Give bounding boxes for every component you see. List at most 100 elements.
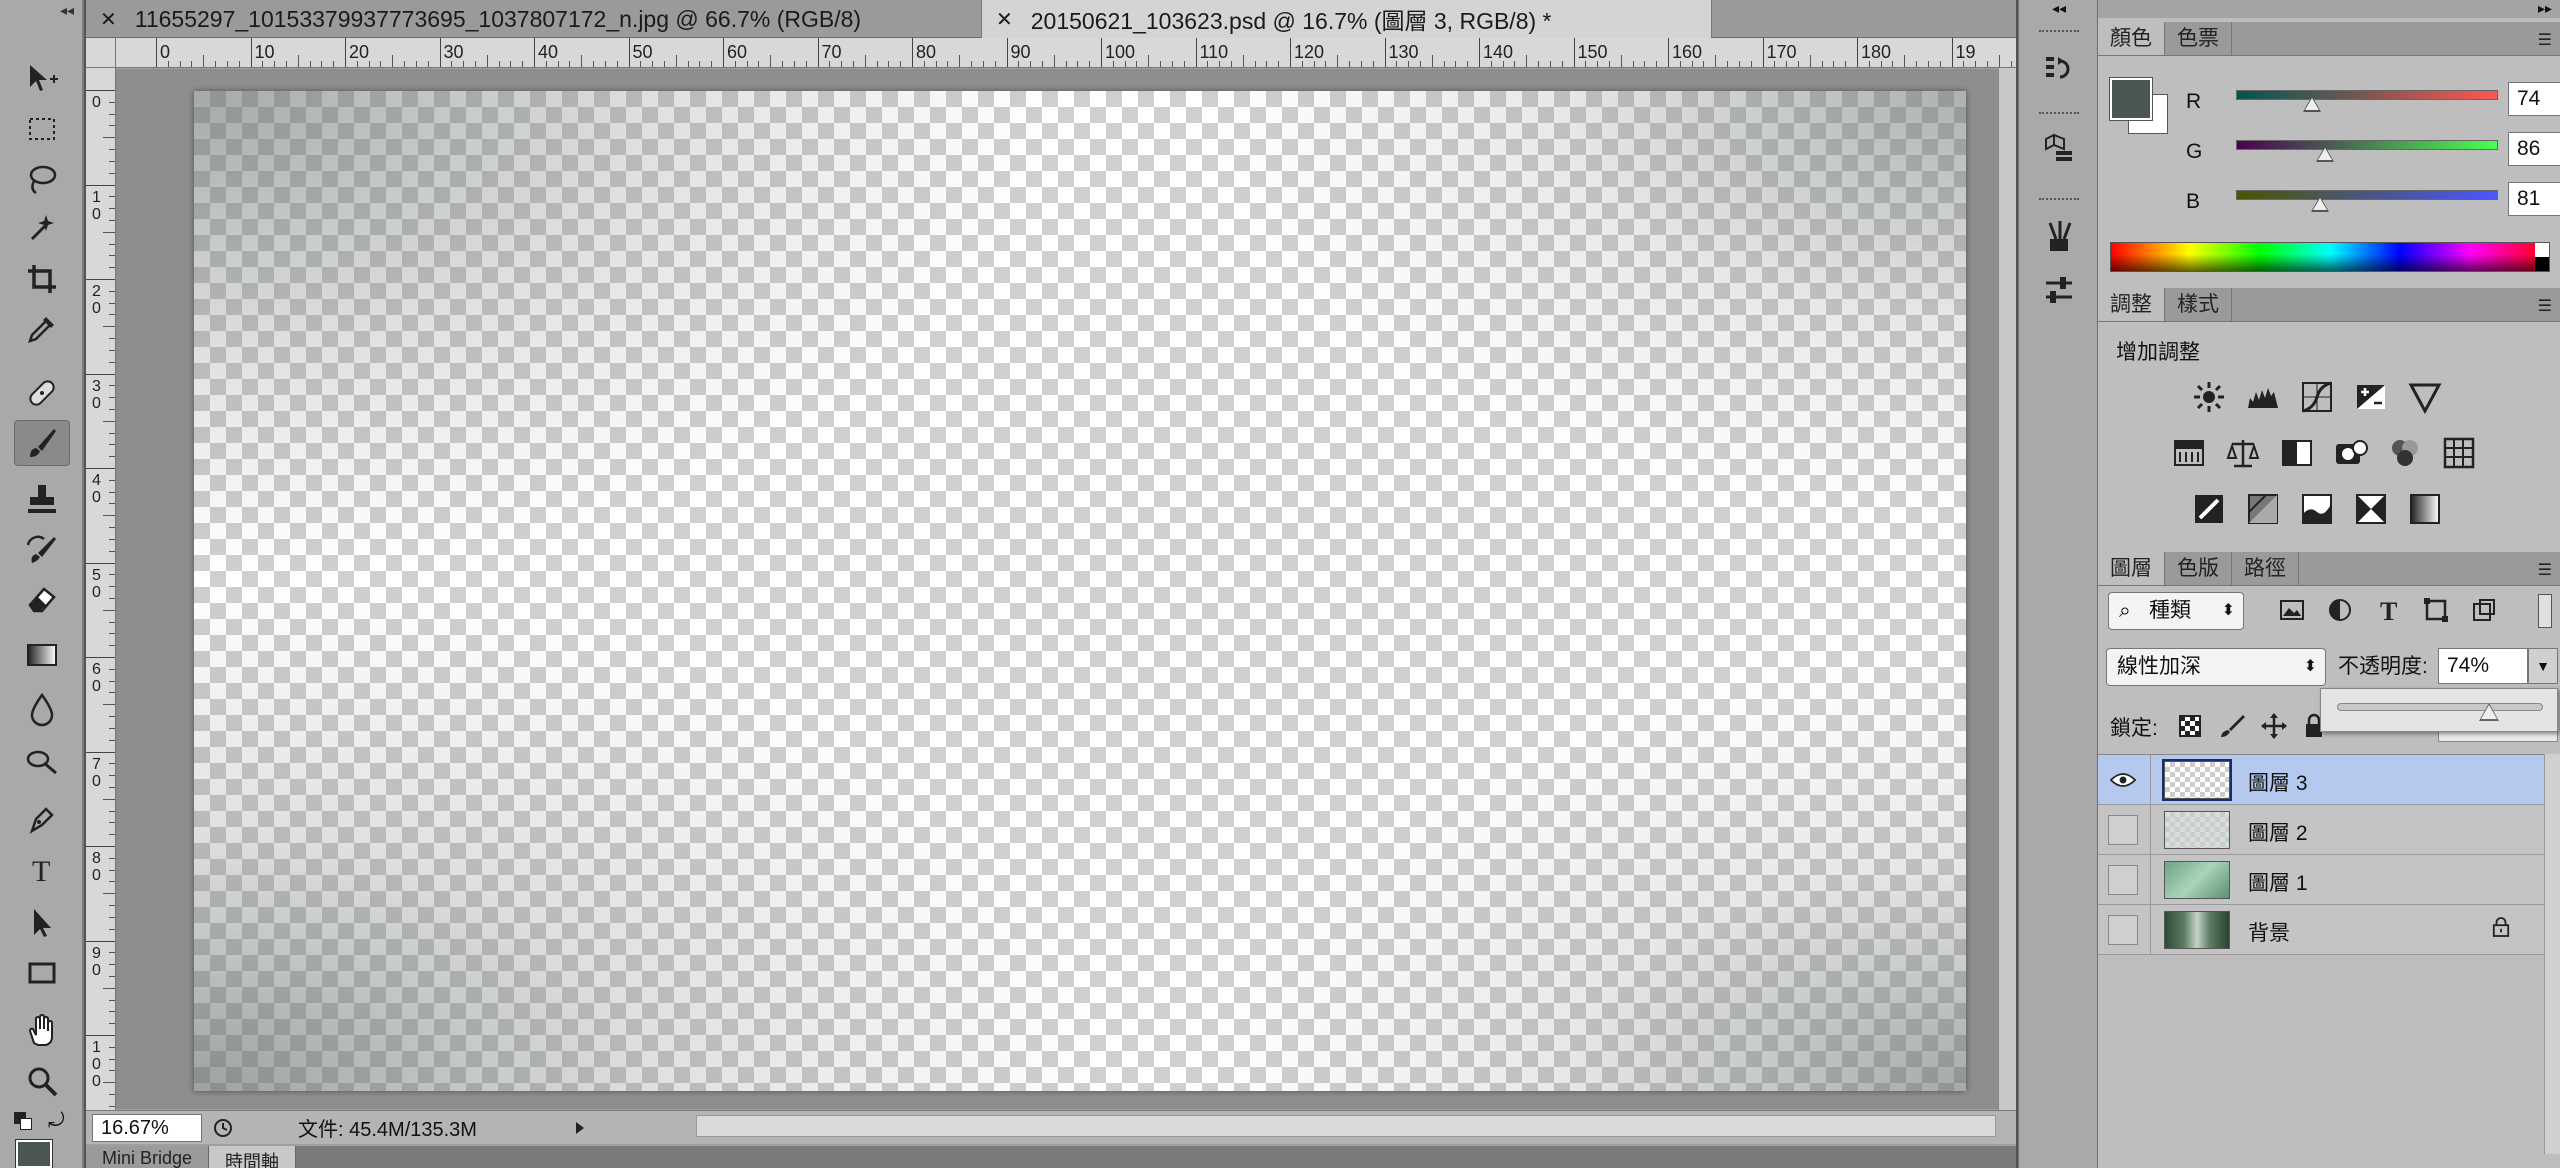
vibrance-icon[interactable] [2406,378,2444,416]
green-value-field[interactable]: 86 [2508,132,2560,166]
status-menu-arrow-icon[interactable] [568,1114,592,1142]
layer-thumbnail[interactable] [2164,861,2230,899]
canvas[interactable] [194,91,1966,1091]
opacity-slider-track[interactable] [2337,703,2543,711]
close-icon[interactable]: ✕ [996,7,1013,32]
layers-scrollbar[interactable] [2544,754,2560,1154]
lock-transparent-pixels-icon[interactable] [2174,710,2206,742]
tab-styles[interactable]: 樣式 [2165,288,2232,321]
opacity-field[interactable]: 74% [2438,648,2528,684]
brush-tool[interactable] [14,420,70,466]
hand-tool[interactable] [14,1008,70,1054]
visibility-toggle[interactable] [2108,915,2138,945]
panel-grip[interactable] [2039,30,2079,36]
3d-panel-button[interactable] [2037,126,2081,170]
tool-presets-button[interactable] [2037,268,2081,312]
eye-icon[interactable] [2108,765,2138,795]
layer-thumbnail[interactable] [2164,811,2230,849]
levels-icon[interactable] [2244,378,2282,416]
foreground-color-swatch[interactable] [2109,77,2153,121]
green-slider-track[interactable] [2236,140,2498,150]
history-panel-button[interactable] [2037,46,2081,90]
history-brush-tool[interactable] [14,526,70,572]
exposure-icon[interactable] [2352,378,2390,416]
panel-grip[interactable] [2039,112,2079,118]
layer-name[interactable]: 背景 [2248,917,2290,947]
ruler-origin[interactable] [86,38,116,68]
brush-presets-button[interactable] [2037,214,2081,258]
horizontal-scrollbar[interactable] [696,1115,1996,1137]
layer-thumbnail[interactable] [2162,759,2232,801]
eraser-tool[interactable] [14,576,70,622]
vertical-ruler[interactable]: 0 10 20 30 40 50 60 70 80 90 100 [86,68,116,1110]
opacity-slider-thumb[interactable] [2479,703,2500,721]
layer-row[interactable]: 背景 [2098,905,2560,955]
curves-icon[interactable] [2298,378,2336,416]
posterize-icon[interactable] [2244,490,2282,528]
tab-timeline[interactable]: 時間軸 [209,1146,297,1168]
green-slider-thumb[interactable] [2316,146,2335,162]
type-tool[interactable]: T [14,846,70,892]
blur-tool[interactable] [14,686,70,732]
pen-tool[interactable] [14,796,70,842]
panel-menu-icon[interactable]: ☰ [2538,30,2552,50]
type-layer-filter-icon[interactable]: T [2372,594,2404,626]
crop-tool[interactable] [14,256,70,302]
red-slider-track[interactable] [2236,90,2498,100]
document-tab-2[interactable]: ✕ 20150621_103623.psd @ 16.7% (圖層 3, RGB… [982,0,1712,38]
stamp-tool[interactable] [14,476,70,522]
invert-icon[interactable] [2190,490,2228,528]
healing-brush-tool[interactable] [14,370,70,416]
hue-saturation-icon[interactable] [2170,434,2208,472]
layer-row[interactable]: 圖層 1 [2098,855,2560,905]
lasso-tool[interactable] [14,156,70,202]
foreground-color-swatch[interactable] [15,1139,53,1168]
brightness-contrast-icon[interactable] [2190,378,2228,416]
layer-thumbnail[interactable] [2164,911,2230,949]
layer-name[interactable]: 圖層 2 [2248,817,2308,847]
expand-panels-button[interactable]: ◂◂ [2019,0,2099,18]
chevron-down-icon[interactable]: ▼ [2528,648,2558,684]
layer-name[interactable]: 圖層 3 [2248,767,2308,797]
swap-colors-icon[interactable]: ⤾ [48,1110,65,1133]
lock-image-pixels-icon[interactable] [2216,710,2248,742]
tab-swatches[interactable]: 色票 [2165,22,2232,55]
tab-color[interactable]: 顏色 [2098,22,2165,55]
layer-row[interactable]: 圖層 2 [2098,805,2560,855]
black-white-swatch[interactable] [2535,243,2549,271]
collapse-dock-button[interactable]: ▸▸ [2098,0,2560,18]
move-tool[interactable] [14,56,70,102]
adjustment-layer-filter-icon[interactable] [2324,594,2356,626]
panel-grip[interactable] [2039,198,2079,204]
filter-toggle-switch[interactable] [2538,594,2552,628]
tab-adjustments[interactable]: 調整 [2098,288,2165,321]
panel-menu-icon[interactable]: ☰ [2538,296,2552,316]
smart-object-filter-icon[interactable] [2468,594,2500,626]
layer-row[interactable]: 圖層 3 [2098,755,2560,805]
tab-layers[interactable]: 圖層 [2098,552,2165,585]
black-white-icon[interactable] [2278,434,2316,472]
eyedropper-tool[interactable] [14,306,70,352]
pixel-layer-filter-icon[interactable] [2276,594,2308,626]
collapse-toolbar-button[interactable]: ◂◂ [0,0,82,20]
gradient-tool[interactable] [14,632,70,678]
shape-tool[interactable] [14,950,70,996]
zoom-tool[interactable] [14,1058,70,1104]
marquee-tool[interactable] [14,106,70,152]
vertical-scrollbar[interactable] [1998,68,2016,1110]
document-tab-1[interactable]: ✕ 11655297_10153379937773695_1037807172_… [86,0,982,38]
path-selection-tool[interactable] [14,900,70,946]
layer-filter-kind-select[interactable]: ⌕ 種類 ⬍ [2108,592,2244,630]
color-lookup-icon[interactable] [2440,434,2478,472]
blend-mode-select[interactable]: 線性加深 ⬍ [2106,648,2326,686]
threshold-icon[interactable] [2298,490,2336,528]
panel-menu-icon[interactable]: ☰ [2538,560,2552,580]
red-slider-thumb[interactable] [2302,96,2321,112]
blue-slider-track[interactable] [2236,190,2498,200]
shape-layer-filter-icon[interactable] [2420,594,2452,626]
tab-channels[interactable]: 色版 [2165,552,2232,585]
tab-paths[interactable]: 路徑 [2232,552,2299,585]
tab-mini-bridge[interactable]: Mini Bridge [86,1146,210,1168]
close-icon[interactable]: ✕ [100,7,117,32]
dodge-tool[interactable] [14,738,70,784]
